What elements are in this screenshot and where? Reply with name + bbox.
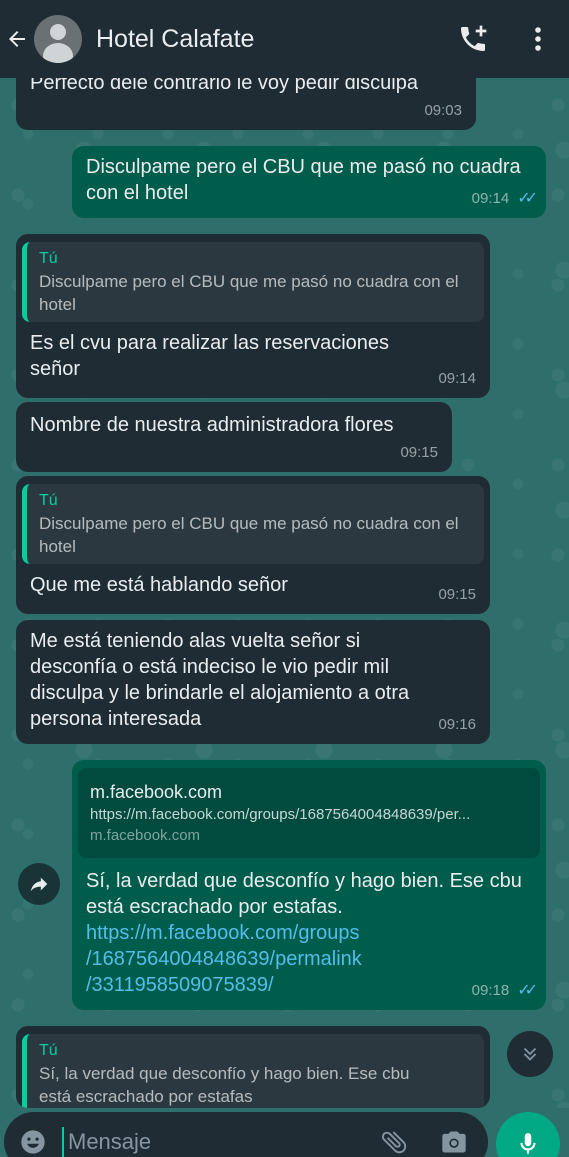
message-time: 09:16	[438, 716, 476, 733]
add-call-button[interactable]	[453, 19, 493, 59]
link-preview-domain: m.facebook.com	[90, 827, 201, 844]
camera-button[interactable]	[434, 1122, 474, 1157]
message-bubble-incoming[interactable]: Tú Sí, la verdad que desconfío y hago bi…	[16, 1026, 490, 1108]
back-button[interactable]	[2, 19, 32, 59]
message-text: Disculpame pero el CBU que me pasó no cu…	[86, 156, 521, 204]
chat-header: Hotel Calafate	[0, 0, 569, 78]
quoted-message[interactable]: Tú Disculpame pero el CBU que me pasó no…	[22, 242, 484, 322]
message-text: Sí, la verdad que desconfío y hago bien.…	[86, 870, 522, 918]
message-link[interactable]: /3311958509075839/	[86, 972, 532, 998]
message-text: Me está teniendo alas vuelta señor si de…	[30, 630, 410, 730]
quote-text: Sí, la verdad que desconfío y hago bien.…	[39, 1064, 410, 1083]
message-bubble-incoming[interactable]: Nombre de nuestra administradora flores …	[16, 402, 452, 472]
attach-button[interactable]	[374, 1122, 414, 1157]
paperclip-icon	[381, 1131, 407, 1154]
quote-text: Disculpame pero el CBU que me pasó no cu…	[39, 514, 459, 556]
message-input[interactable]: Mensaje	[62, 1127, 374, 1157]
forward-button[interactable]	[18, 863, 60, 905]
message-time: 09:14	[471, 190, 510, 207]
message-composer[interactable]: Mensaje	[4, 1112, 488, 1157]
message-time: 09:15	[438, 586, 476, 603]
read-ticks-icon: ✓✓	[517, 190, 538, 207]
read-ticks-icon: ✓✓	[517, 982, 538, 999]
message-time: 09:15	[400, 444, 438, 461]
vertical-dots-icon	[535, 27, 541, 51]
camera-icon	[442, 1131, 466, 1153]
quoted-message[interactable]: Tú Sí, la verdad que desconfío y hago bi…	[22, 1034, 484, 1108]
forward-arrow-icon	[30, 877, 48, 892]
message-link[interactable]: https://m.facebook.com/groups	[86, 920, 532, 946]
emoji-button[interactable]	[18, 1127, 48, 1157]
emoji-icon	[21, 1130, 45, 1154]
link-preview[interactable]: m.facebook.com https://m.facebook.com/gr…	[78, 768, 540, 858]
message-text: Es el cvu para realizar las reservacione…	[30, 332, 390, 380]
message-time: 09:14	[438, 370, 476, 387]
phone-plus-icon	[461, 25, 487, 51]
message-bubble-incoming[interactable]: Me está teniendo alas vuelta señor si de…	[16, 620, 490, 744]
link-preview-title: m.facebook.com	[90, 782, 223, 802]
link-preview-url: https://m.facebook.com/groups/1687564004…	[90, 806, 471, 823]
more-options-button[interactable]	[523, 19, 553, 59]
quote-author: Tú	[39, 250, 58, 267]
message-bubble-outgoing[interactable]: Disculpame pero el CBU que me pasó no cu…	[72, 146, 546, 218]
quote-text: Disculpame pero el CBU que me pasó no cu…	[39, 272, 459, 314]
quoted-message[interactable]: Tú Disculpame pero el CBU que me pasó no…	[22, 484, 484, 564]
avatar[interactable]	[34, 15, 82, 63]
double-chevron-down-icon	[523, 1047, 537, 1061]
back-arrow-icon	[9, 31, 25, 47]
message-text: Nombre de nuestra administradora flores	[30, 414, 394, 436]
voice-message-button[interactable]	[496, 1112, 560, 1157]
message-text: Que me está hablando señor	[30, 574, 288, 596]
message-time: 09:18	[471, 982, 510, 999]
message-bubble-incoming[interactable]: Tú Disculpame pero el CBU que me pasó no…	[16, 476, 490, 614]
chat-title[interactable]: Hotel Calafate	[96, 25, 453, 54]
quote-author: Tú	[39, 492, 58, 509]
message-link[interactable]: /1687564004848639/permalink	[86, 946, 532, 972]
microphone-icon	[520, 1133, 536, 1154]
quote-text: está escrachado por estafas	[39, 1087, 253, 1106]
composer-bar: Mensaje	[0, 1108, 569, 1157]
message-time: 09:03	[424, 102, 462, 119]
scroll-to-bottom-button[interactable]	[507, 1031, 553, 1077]
message-bubble-outgoing[interactable]: m.facebook.com https://m.facebook.com/gr…	[72, 760, 546, 1010]
quote-author: Tú	[39, 1042, 58, 1059]
message-bubble-incoming[interactable]: Tú Disculpame pero el CBU que me pasó no…	[16, 234, 490, 398]
